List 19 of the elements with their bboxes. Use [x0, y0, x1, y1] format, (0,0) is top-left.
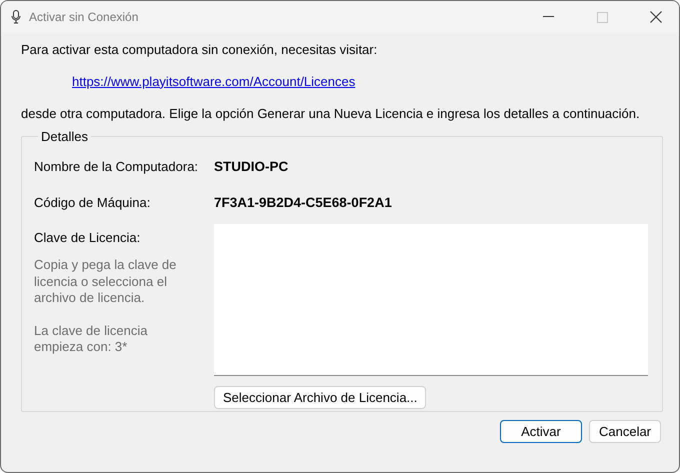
intro-text: Para activar esta computadora sin conexión, necesitas visitar: [21, 42, 378, 56]
license-link[interactable]: https://www.playitsoftware.com/Account/Licences [72, 74, 356, 88]
group-legend: Detalles [38, 129, 91, 144]
window-title: Activar sin Conexión [29, 10, 140, 24]
instructions-text: desde otra computadora. Elige la opción Generar una Nueva Licencia e ingresa los detalles a continuación. [21, 106, 640, 120]
license-key-field[interactable] [214, 224, 648, 376]
hint-text: Copia y pega la clave de licencia o selecciona el archivo de licencia. [34, 257, 178, 306]
hint-text: La clave de licencia empieza con: 3* [34, 322, 148, 356]
field-value: STUDIO-PC [214, 158, 290, 174]
select-file-button[interactable]: Seleccionar Archivo de Licencia... [214, 386, 426, 409]
activate-button[interactable]: Activar [500, 420, 582, 443]
close-icon[interactable] [650, 11, 662, 23]
field-value: 7F3A1-9B2D4-C5E68-0F2A1 [214, 194, 393, 210]
cancel-button[interactable]: Cancelar [589, 420, 661, 443]
minimize-icon[interactable] [542, 16, 554, 18]
field-label: Código de Máquina: [34, 194, 152, 210]
microphone-icon [11, 10, 21, 24]
field-label: Clave de Licencia: [34, 230, 142, 245]
field-label: Nombre de la Computadora: [34, 158, 200, 174]
